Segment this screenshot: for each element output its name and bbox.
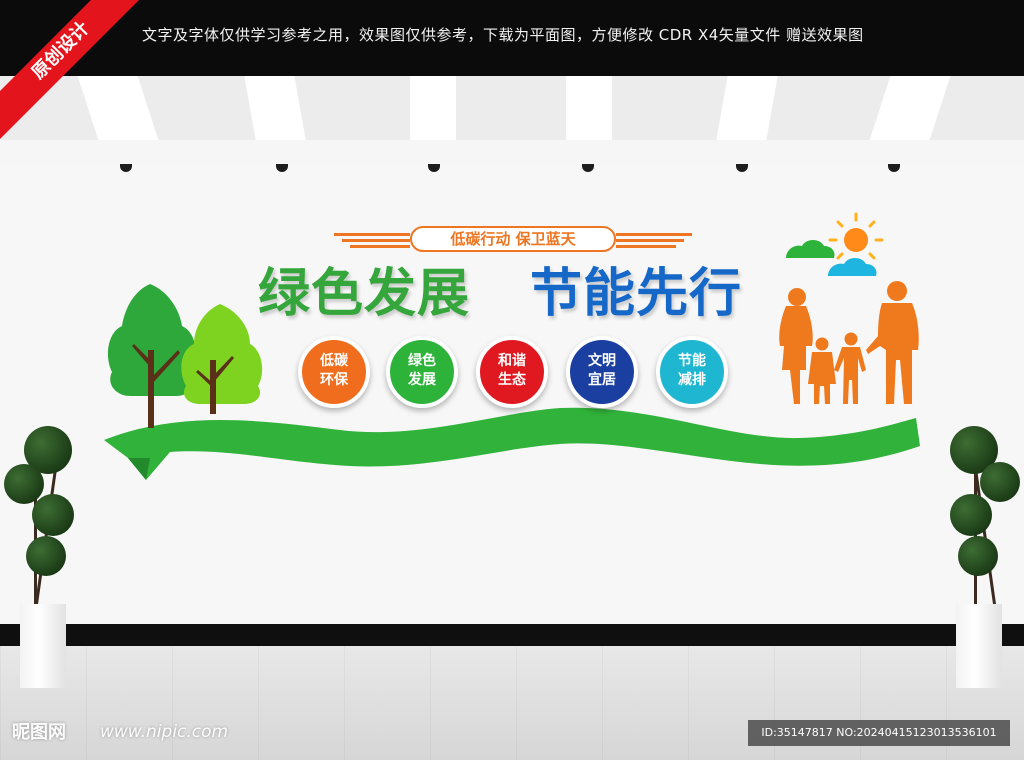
wave-ribbon [104,407,920,480]
slogan-circle-line1: 和谐 [498,353,526,369]
main-title-blue: 节能先行 [530,264,743,324]
plant-pot [20,604,66,688]
subtitle-text: 低碳行动 保卫蓝天 [450,230,576,248]
subtitle-ribbon: 低碳行动 保卫蓝天 [334,224,692,254]
topiary-ball [958,536,998,576]
subtitle-line [616,239,684,242]
subtitle-line [342,239,410,242]
slogan-circle-civilized: 文明 宜居 [566,336,638,408]
topiary-ball [26,536,66,576]
slogan-circle-line2: 生态 [498,372,526,388]
slogan-circle-line2: 减排 [678,372,706,388]
corner-badge: 原创设计 [0,0,140,140]
subtitle-line [616,245,676,248]
slogan-circle-line1: 低碳 [320,353,348,369]
corner-badge-text: 原创设计 [27,17,94,84]
subtitle-line [616,233,692,236]
topiary-ball [980,462,1020,502]
subtitle-line [350,245,410,248]
subtitle-line [334,233,410,236]
image-id-label: ID:35147817 NO:20240415123013536101 [748,720,1010,746]
main-title-green: 绿色发展 [258,264,471,324]
watermark-logo: 昵图网 [12,722,66,743]
cloud-icon [786,240,835,258]
subtitle-pill: 低碳行动 保卫蓝天 [410,226,616,252]
slogan-circle-green-development: 绿色 发展 [386,336,458,408]
slogan-circle-low-carbon: 低碳 环保 [298,336,370,408]
cloud-icon [828,258,877,276]
topiary-ball [32,494,74,536]
plant-pot [956,604,1002,688]
topiary-ball [950,494,992,536]
tree-icon [107,284,197,428]
slogan-circle-line2: 宜居 [588,372,616,388]
topiary-ball [4,464,44,504]
watermark-url: www.nipic.com [100,722,229,742]
slogan-circle-line1: 绿色 [408,353,436,369]
slogan-circle-energy-saving: 节能 减排 [656,336,728,408]
tree-icon [181,304,263,414]
slogan-circle-line2: 发展 [408,372,436,388]
slogan-circle-line1: 文明 [588,353,616,369]
slogan-circle-line2: 环保 [320,372,348,388]
slogan-circle-line1: 节能 [678,353,706,369]
slogan-circle-harmony: 和谐 生态 [476,336,548,408]
family-silhouette-icon [779,281,919,404]
